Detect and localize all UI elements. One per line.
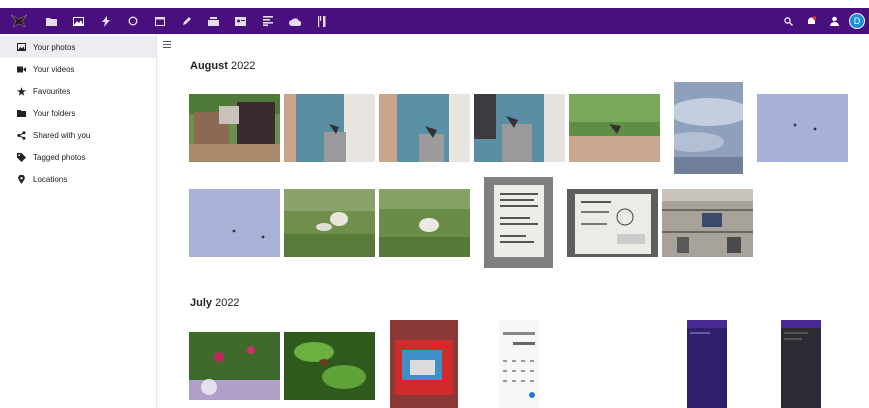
sidebar-item-your-photos[interactable]: Your photos	[0, 36, 156, 58]
sidebar-item-tagged-photos[interactable]: Tagged photos	[0, 146, 156, 168]
photo-thumbnail[interactable]	[474, 94, 565, 162]
sidebar-item-label: Your folders	[33, 108, 76, 118]
photo-thumbnail[interactable]	[284, 94, 375, 162]
photo-thumbnail[interactable]	[284, 332, 375, 400]
contacts-icon[interactable]	[227, 8, 254, 34]
notes-icon[interactable]	[254, 8, 281, 34]
photo-thumbnail[interactable]	[484, 177, 553, 268]
section-month: July	[190, 297, 213, 309]
logo-icon	[10, 14, 28, 28]
photo-thumbnail[interactable]	[189, 189, 280, 257]
photo-thumbnail[interactable]	[781, 320, 821, 408]
files-icon[interactable]	[38, 8, 65, 34]
section-year: 2022	[215, 297, 240, 309]
video-icon	[15, 66, 27, 73]
search-icon[interactable]	[777, 8, 800, 34]
photo-thumbnail[interactable]	[379, 94, 470, 162]
sidebar-item-favourites[interactable]: Favourites	[0, 80, 156, 102]
photos-icon[interactable]	[65, 8, 92, 34]
photo-timeline: August 2022 July 2022	[157, 34, 869, 408]
location-pin-icon	[15, 174, 27, 184]
sidebar-item-label: Tagged photos	[33, 152, 86, 162]
avatar[interactable]: D	[849, 13, 865, 29]
section-heading-july: July 2022	[190, 297, 240, 309]
notifications-icon[interactable]	[800, 8, 823, 34]
sidebar-item-your-folders[interactable]: Your folders	[0, 102, 156, 124]
activity-icon[interactable]	[92, 8, 119, 34]
star-icon	[15, 86, 27, 96]
sidebar-item-your-videos[interactable]: Your videos	[0, 58, 156, 80]
sidebar-item-label: Your videos	[33, 64, 75, 74]
calendar-icon[interactable]	[146, 8, 173, 34]
sidebar: Your photos Your videos Favourites Your …	[0, 34, 157, 408]
logo[interactable]	[0, 8, 38, 34]
sidebar-item-label: Shared with you	[33, 130, 91, 140]
section-heading-august: August 2022	[190, 60, 255, 72]
photo-thumbnail[interactable]	[284, 189, 375, 257]
contacts-menu-icon[interactable]	[823, 8, 846, 34]
photo-thumbnail[interactable]	[674, 82, 743, 174]
photo-thumbnail[interactable]	[757, 94, 848, 162]
photo-thumbnail[interactable]	[687, 320, 727, 408]
photo-thumbnail[interactable]	[390, 320, 458, 408]
photo-thumbnail[interactable]	[499, 320, 539, 408]
photo-thumbnail[interactable]	[567, 189, 658, 257]
sidebar-item-label: Your photos	[33, 42, 76, 52]
photo-thumbnail[interactable]	[569, 94, 660, 162]
menu-toggle-icon[interactable]	[163, 40, 171, 51]
photo-thumbnail[interactable]	[189, 332, 280, 400]
photo-thumbnail[interactable]	[662, 189, 753, 257]
sidebar-item-shared-with-you[interactable]: Shared with you	[0, 124, 156, 146]
cloud-upload-icon[interactable]	[281, 8, 308, 34]
deck-icon[interactable]	[200, 8, 227, 34]
app-header: D	[0, 8, 869, 34]
photo-thumbnail[interactable]	[189, 94, 280, 162]
folder-icon	[15, 109, 27, 117]
cookbook-icon[interactable]	[308, 8, 335, 34]
sidebar-item-label: Locations	[33, 174, 68, 184]
pencil-icon[interactable]	[173, 8, 200, 34]
share-icon	[15, 130, 27, 140]
search-circle-icon[interactable]	[119, 8, 146, 34]
tag-icon	[15, 152, 27, 162]
sidebar-item-label: Favourites	[33, 86, 71, 96]
image-icon	[15, 43, 27, 51]
section-month: August	[190, 60, 228, 72]
photo-thumbnail[interactable]	[379, 189, 470, 257]
sidebar-item-locations[interactable]: Locations	[0, 168, 156, 190]
section-year: 2022	[230, 60, 256, 72]
